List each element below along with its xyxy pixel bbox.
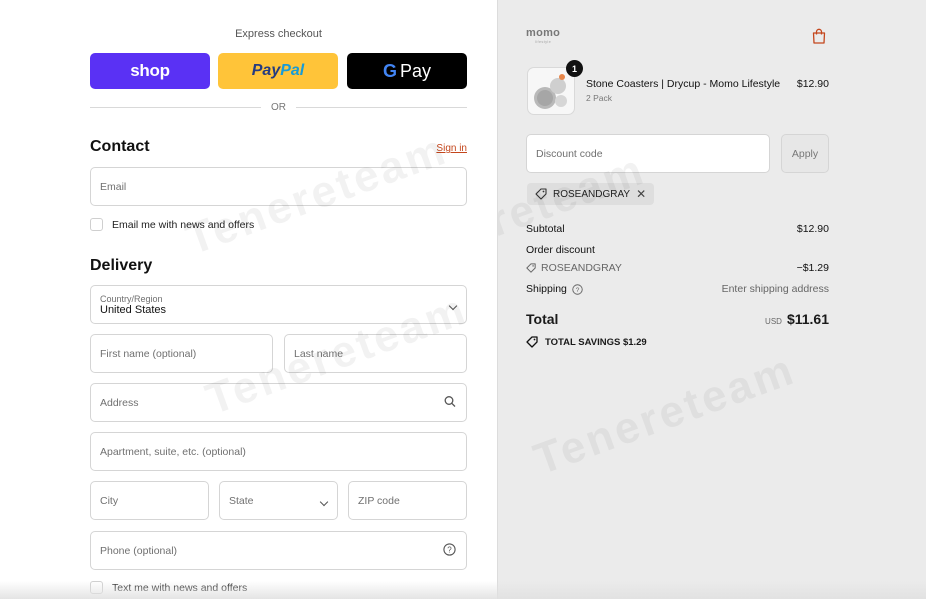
email-news-checkbox-row[interactable]: Email me with news and offers [90, 218, 254, 231]
zip-placeholder: ZIP code [358, 494, 400, 507]
product-thumbnail: 1 [527, 60, 583, 115]
remove-code-icon[interactable]: ✕ [636, 187, 646, 201]
city-placeholder: City [100, 494, 119, 507]
store-logo-text: momo [526, 27, 561, 39]
google-g-icon: G [382, 60, 397, 81]
currency-code: USD [765, 317, 782, 326]
help-icon[interactable]: ? [572, 283, 583, 295]
discount-code-input[interactable]: Discount code [526, 134, 770, 173]
shop-pay-label: shop [130, 61, 170, 80]
city-field[interactable]: City [90, 481, 209, 520]
delivery-heading: Delivery [90, 257, 153, 274]
order-discount-row: Order discount [526, 244, 829, 256]
state-select[interactable]: State [219, 481, 338, 520]
total-value: $11.61 [786, 311, 829, 327]
sign-in-link[interactable]: Sign in [436, 143, 467, 154]
zip-field[interactable]: ZIP code [348, 481, 467, 520]
apartment-placeholder: Apartment, suite, etc. (optional) [100, 445, 246, 458]
google-pay-button[interactable]: G Pay [347, 53, 467, 89]
first-name-field[interactable]: First name (optional) [90, 334, 273, 373]
shipping-label: Shipping [526, 283, 567, 295]
text-news-checkbox[interactable] [90, 581, 103, 594]
apartment-field[interactable]: Apartment, suite, etc. (optional) [90, 432, 467, 471]
subtotal-label: Subtotal [526, 223, 565, 235]
email-placeholder: Email [100, 180, 127, 193]
svg-text:?: ? [575, 287, 579, 294]
country-label: Country/Region [100, 293, 163, 304]
chevron-down-icon [448, 298, 458, 312]
apply-button[interactable]: Apply [781, 134, 829, 173]
shipping-label-group: Shipping ? [526, 283, 583, 295]
tag-icon [526, 336, 538, 348]
discount-code-chip-label: ROSEANDGRAY [553, 188, 631, 200]
product-variant: 2 Pack [586, 93, 612, 103]
text-news-checkbox-row[interactable]: Text me with news and offers [90, 581, 247, 594]
order-discount-label: Order discount [526, 244, 595, 256]
total-savings-text: TOTAL SAVINGS $1.29 [545, 336, 647, 348]
country-value: United States [100, 303, 167, 316]
or-label: OR [271, 102, 286, 113]
total-label: Total [526, 311, 559, 327]
discount-code-placeholder: Discount code [536, 147, 603, 160]
paypal-label-pal: Pal [280, 62, 305, 79]
product-price: $12.90 [796, 78, 829, 90]
store-logo-sub: lifestyle [535, 39, 552, 44]
shopping-bag-icon[interactable] [812, 28, 826, 44]
chevron-down-icon [319, 494, 329, 508]
tag-icon [526, 263, 536, 273]
order-summary-panel: momo lifestyle 1 Stone Coasters | Drycup… [497, 0, 926, 599]
contact-heading: Contact [90, 138, 150, 155]
quantity-badge: 1 [566, 60, 583, 77]
discount-code-line: ROSEANDGRAY [526, 262, 622, 274]
discount-code-row: ROSEANDGRAY −$1.29 [526, 262, 829, 274]
email-news-checkbox[interactable] [90, 218, 103, 231]
country-select[interactable]: Country/Region United States [90, 285, 467, 324]
shipping-row: Shipping ? Enter shipping address [526, 283, 829, 295]
watermark-text: Tenereteam [527, 344, 802, 485]
first-name-placeholder: First name (optional) [100, 347, 197, 360]
total-row: Total USD $11.61 [526, 311, 829, 327]
discount-value: −$1.29 [796, 262, 829, 274]
tag-icon [535, 188, 547, 200]
address-field[interactable]: Address [90, 383, 467, 422]
state-placeholder: State [229, 494, 254, 507]
express-checkout-label: Express checkout [235, 28, 322, 40]
shipping-value: Enter shipping address [721, 283, 829, 295]
or-divider: OR [90, 102, 467, 113]
subtotal-row: Subtotal $12.90 [526, 223, 829, 235]
last-name-placeholder: Last name [294, 347, 344, 360]
last-name-field[interactable]: Last name [284, 334, 467, 373]
discount-code-name: ROSEANDGRAY [541, 262, 622, 274]
search-icon[interactable] [444, 395, 456, 410]
address-placeholder: Address [100, 396, 139, 409]
email-news-label: Email me with news and offers [112, 218, 255, 231]
product-name: Stone Coasters | Drycup - Momo Lifestyle [586, 78, 781, 90]
shop-pay-button[interactable]: shop [90, 53, 210, 89]
paypal-button[interactable]: Pay Pal [218, 53, 338, 89]
text-news-label: Text me with news and offers [112, 581, 248, 594]
store-logo[interactable]: momo lifestyle [526, 27, 560, 44]
help-icon[interactable]: ? [443, 542, 456, 559]
google-pay-label: Pay [399, 60, 432, 81]
total-savings: TOTAL SAVINGS $1.29 [526, 336, 647, 348]
paypal-label-pay: Pay [251, 62, 281, 79]
phone-placeholder: Phone (optional) [100, 544, 178, 557]
phone-field[interactable]: Phone (optional) ? [90, 531, 467, 570]
discount-code-chip: ROSEANDGRAY ✕ [527, 183, 655, 205]
svg-text:?: ? [447, 545, 452, 554]
subtotal-value: $12.90 [796, 223, 829, 235]
checkout-form-panel: Express checkout shop Pay Pal G Pay OR Co… [0, 0, 497, 599]
email-field[interactable]: Email [90, 167, 467, 206]
